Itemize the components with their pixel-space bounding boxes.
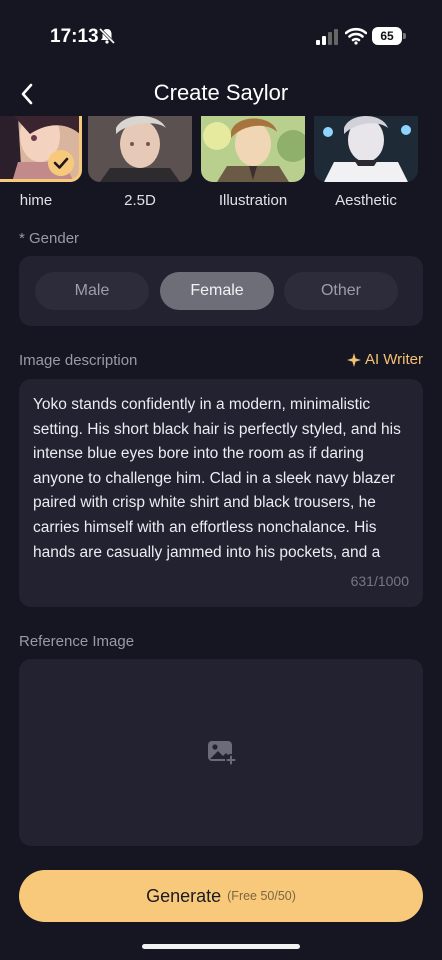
home-indicator[interactable] xyxy=(142,944,300,949)
gender-option-male[interactable]: Male xyxy=(35,272,149,310)
add-image-icon xyxy=(208,741,237,766)
selected-check-icon xyxy=(48,150,74,176)
ai-writer-button[interactable]: AI Writer xyxy=(346,351,423,368)
page-title: Create Saylor xyxy=(153,80,289,105)
ai-writer-label: AI Writer xyxy=(364,351,423,368)
character-count: 631/1000 xyxy=(350,573,409,589)
status-bar: 17:13 65 xyxy=(0,0,442,72)
bell-slash-icon xyxy=(98,27,116,45)
illustration-style-thumbnail xyxy=(201,116,305,182)
gender-selector: Male Female Other xyxy=(19,256,423,326)
style-card-illustration[interactable] xyxy=(201,116,305,182)
sparkle-icon xyxy=(346,352,361,367)
gender-option-other[interactable]: Other xyxy=(284,272,398,310)
image-description-label: Image description xyxy=(19,352,138,369)
image-description-field[interactable]: Yoko stands confidently in a modern, min… xyxy=(19,379,423,607)
free-quota-note: (Free 50/50) xyxy=(227,889,296,903)
cellular-signal-icon xyxy=(316,29,338,45)
battery-level: 65 xyxy=(372,27,402,45)
style-card-aesthetic[interactable] xyxy=(314,116,418,182)
gender-label: * Gender xyxy=(19,230,80,247)
style-label-aesthetic: Aesthetic xyxy=(335,192,397,209)
style-card-anime[interactable] xyxy=(0,116,82,182)
style-card-2-5d[interactable] xyxy=(88,116,192,182)
style-selector: hime 2.5D Illustration Aesthetic xyxy=(0,116,442,216)
image-description-text[interactable]: Yoko stands confidently in a modern, min… xyxy=(33,393,413,569)
generate-button[interactable]: Generate (Free 50/50) xyxy=(19,870,423,922)
style-label-2-5d: 2.5D xyxy=(124,192,156,209)
status-time: 17:13 xyxy=(50,26,99,47)
battery-indicator: 65 xyxy=(372,27,406,45)
gender-option-female[interactable]: Female xyxy=(160,272,274,310)
aesthetic-style-thumbnail xyxy=(314,116,418,182)
generate-label: Generate xyxy=(146,885,222,906)
reference-image-upload[interactable] xyxy=(19,659,423,846)
reference-image-label: Reference Image xyxy=(19,633,135,650)
wifi-icon xyxy=(345,27,367,45)
style-label-illustration: Illustration xyxy=(218,192,288,209)
2-5d-style-thumbnail xyxy=(88,116,192,182)
